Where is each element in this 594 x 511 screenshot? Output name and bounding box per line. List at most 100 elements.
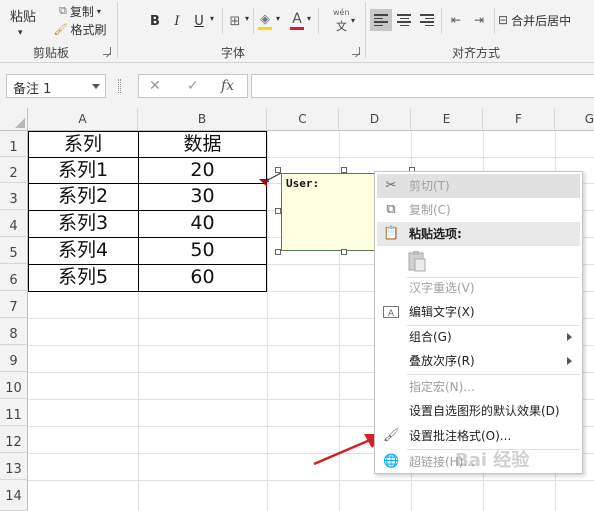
cell-a1[interactable]: 系列 [28, 131, 138, 157]
resize-handle[interactable] [341, 249, 347, 255]
phonetic-guide-pinyin[interactable]: wén [333, 8, 350, 17]
cell-b5[interactable]: 50 [138, 237, 267, 264]
menu-label: 剪切(T) [409, 179, 450, 193]
clipboard-group-label: 剪贴板 [33, 46, 70, 60]
column-header-a[interactable]: A [28, 108, 138, 131]
column-header-b[interactable]: B [138, 108, 267, 131]
brush-icon: 🖌 [53, 22, 68, 36]
column-header-e[interactable]: E [411, 108, 483, 131]
select-all-button[interactable] [0, 108, 28, 131]
clipboard-launcher-icon[interactable] [103, 47, 111, 55]
edit-text-icon: A [383, 306, 399, 319]
cell-a6[interactable]: 系列5 [28, 264, 138, 291]
cancel-icon[interactable]: ✕ [149, 78, 161, 94]
font-launcher-icon[interactable] [352, 47, 360, 55]
resize-handle[interactable] [275, 208, 281, 214]
column-header-g[interactable]: G [555, 108, 594, 131]
chevron-down-icon[interactable]: ▾ [245, 14, 249, 23]
row-header-9[interactable]: 9 [0, 345, 28, 372]
row-header-3[interactable]: 3 [0, 183, 28, 210]
row-header-5[interactable]: 5 [0, 237, 28, 264]
format-painter-label: 格式刷 [70, 22, 107, 37]
menu-item-paste-options: 📋 粘贴选项: [377, 222, 580, 246]
menu-item-cut[interactable]: ✂ 剪切(T) [377, 174, 580, 198]
row-header-12[interactable]: 12 [0, 426, 28, 453]
column-header-c[interactable]: C [267, 108, 339, 131]
menu-label: 叠放次序(R) [409, 354, 475, 368]
menu-label: 汉字重选(V) [409, 281, 475, 295]
cell-b4[interactable]: 40 [138, 210, 267, 237]
comment-text[interactable]: User: [286, 177, 319, 190]
paste-dropdown-icon[interactable]: ▾ [18, 28, 23, 38]
resize-handle[interactable] [275, 249, 281, 255]
align-right-button[interactable] [416, 9, 438, 31]
row-header-7[interactable]: 7 [0, 291, 28, 318]
row-header-8[interactable]: 8 [0, 318, 28, 345]
menu-item-copy[interactable]: ⧉ 复制(C) [377, 198, 580, 222]
row-header-13[interactable]: 13 [0, 453, 28, 480]
row-header-11[interactable]: 11 [0, 399, 28, 426]
cell-a4[interactable]: 系列3 [28, 210, 138, 237]
align-left-button[interactable] [370, 9, 392, 31]
merge-center-button[interactable]: ⊟ 合并后居中 [498, 9, 594, 31]
chevron-down-icon[interactable] [92, 84, 100, 89]
name-box[interactable]: 备注 1 [6, 74, 106, 98]
cell-a3[interactable]: 系列2 [28, 183, 138, 210]
phonetic-guide-char[interactable]: 文 [336, 18, 347, 34]
decrease-indent-icon[interactable]: ⇤ [446, 9, 466, 31]
border-icon[interactable]: ⊞ [226, 10, 244, 32]
menu-item-hanzi-reselect[interactable]: 汉字重选(V) [377, 276, 580, 300]
chevron-down-icon[interactable]: ▾ [276, 14, 280, 23]
table-border [28, 157, 267, 158]
menu-item-edit-text[interactable]: A 编辑文字(X) [377, 300, 580, 324]
row-header-1[interactable]: 1 [0, 131, 28, 157]
group-divider [365, 2, 366, 58]
font-group-label: 字体 [221, 46, 246, 60]
underline-button[interactable]: U [189, 10, 209, 32]
row-header-2[interactable]: 2 [0, 157, 28, 183]
format-painter-button[interactable]: 🖌 格式刷 [50, 18, 110, 40]
formula-bar-grip[interactable] [118, 79, 121, 93]
row-header-6[interactable]: 6 [0, 264, 28, 291]
menu-item-format-comment[interactable]: 🖌 设置批注格式(O)... [377, 424, 580, 448]
cell-a5[interactable]: 系列4 [28, 237, 138, 264]
enter-icon[interactable]: ✓ [187, 78, 199, 94]
menu-label: 指定宏(N)... [409, 380, 475, 394]
column-header-d[interactable]: D [339, 108, 411, 131]
bold-button[interactable]: B [145, 10, 165, 32]
row-header-4[interactable]: 4 [0, 210, 28, 237]
cell-a2[interactable]: 系列1 [28, 157, 138, 183]
menu-item-order[interactable]: 叠放次序(R) [377, 349, 580, 373]
insert-function-icon[interactable]: fx [221, 78, 234, 94]
chevron-down-icon[interactable]: ▾ [307, 14, 311, 23]
cell-b1[interactable]: 数据 [138, 131, 267, 157]
table-border [266, 131, 267, 291]
menu-item-set-default-shape[interactable]: 设置自选图形的默认效果(D) [377, 399, 580, 423]
paste-option-icon[interactable] [407, 250, 427, 272]
chevron-down-icon[interactable]: ▾ [210, 14, 214, 23]
menu-label: 编辑文字(X) [409, 305, 475, 319]
cell-b6[interactable]: 60 [138, 264, 267, 291]
row-header-10[interactable]: 10 [0, 372, 28, 399]
chevron-down-icon[interactable]: ▾ [351, 16, 355, 25]
paste-button[interactable]: 粘贴 [10, 6, 36, 25]
table-border [28, 131, 267, 132]
formula-input[interactable] [251, 74, 594, 98]
cell-b3[interactable]: 30 [138, 183, 267, 210]
align-center-button[interactable] [393, 9, 415, 31]
format-comment-icon: 🖌 [383, 428, 400, 443]
menu-item-group[interactable]: 组合(G) [377, 325, 580, 349]
row-header-14[interactable]: 14 [0, 480, 28, 511]
menu-item-assign-macro[interactable]: 指定宏(N)... [377, 375, 580, 399]
hyperlink-icon: 🌐 [383, 454, 400, 469]
column-header-f[interactable]: F [483, 108, 555, 131]
increase-indent-icon[interactable]: ⇥ [469, 9, 489, 31]
comment-box[interactable]: User: [281, 173, 376, 251]
resize-handle[interactable] [341, 167, 347, 173]
resize-handle[interactable] [275, 167, 281, 173]
cell-b2[interactable]: 20 [138, 157, 267, 183]
menu-label: 粘贴选项: [409, 227, 462, 241]
menu-label: 组合(G) [409, 330, 452, 344]
italic-button[interactable]: I [167, 10, 187, 32]
context-menu: ✂ 剪切(T) ⧉ 复制(C) 📋 粘贴选项: 汉字重选(V) A 编辑文字(X… [374, 171, 583, 474]
